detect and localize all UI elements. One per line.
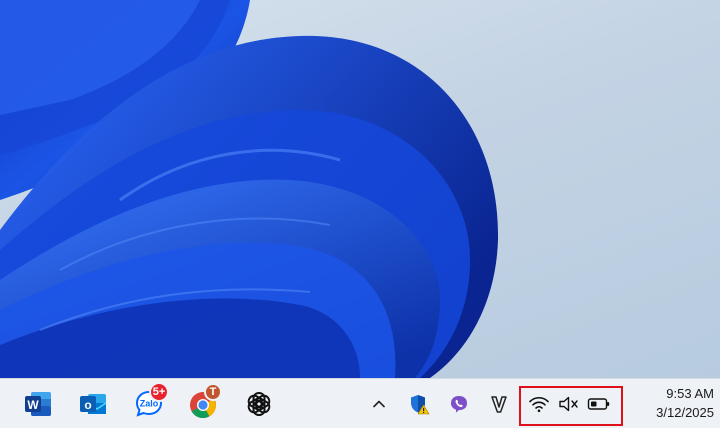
vpn-v-icon[interactable] — [487, 393, 511, 415]
taskbar: W o Zalo 5+ T 9:53 AM 3/12/2025 — [0, 378, 720, 428]
wifi-icon[interactable] — [527, 393, 551, 415]
clock-date: 3/12/2025 — [656, 405, 714, 420]
battery-icon[interactable] — [587, 393, 611, 415]
outlook-letter: o — [84, 398, 91, 412]
outlook-icon[interactable]: o — [77, 388, 109, 420]
desktop-wallpaper — [0, 0, 720, 378]
word-icon[interactable]: W — [22, 388, 54, 420]
chatgpt-icon[interactable] — [243, 388, 275, 420]
profile-avatar: T — [204, 383, 222, 401]
speaker-muted-icon[interactable] — [557, 393, 581, 415]
notification-badge: 5+ — [149, 382, 169, 402]
windows-security-icon[interactable] — [407, 393, 431, 415]
chrome-icon[interactable]: T — [188, 383, 222, 420]
clock-time: 9:53 AM — [666, 386, 714, 401]
zalo-icon[interactable]: Zalo 5+ — [133, 382, 169, 420]
word-letter: W — [27, 398, 39, 412]
viber-icon[interactable] — [447, 393, 471, 415]
bloom-wallpaper-art — [0, 0, 499, 378]
chevron-up-icon[interactable] — [367, 393, 391, 415]
system-clock[interactable]: 9:53 AM 3/12/2025 — [628, 384, 714, 424]
